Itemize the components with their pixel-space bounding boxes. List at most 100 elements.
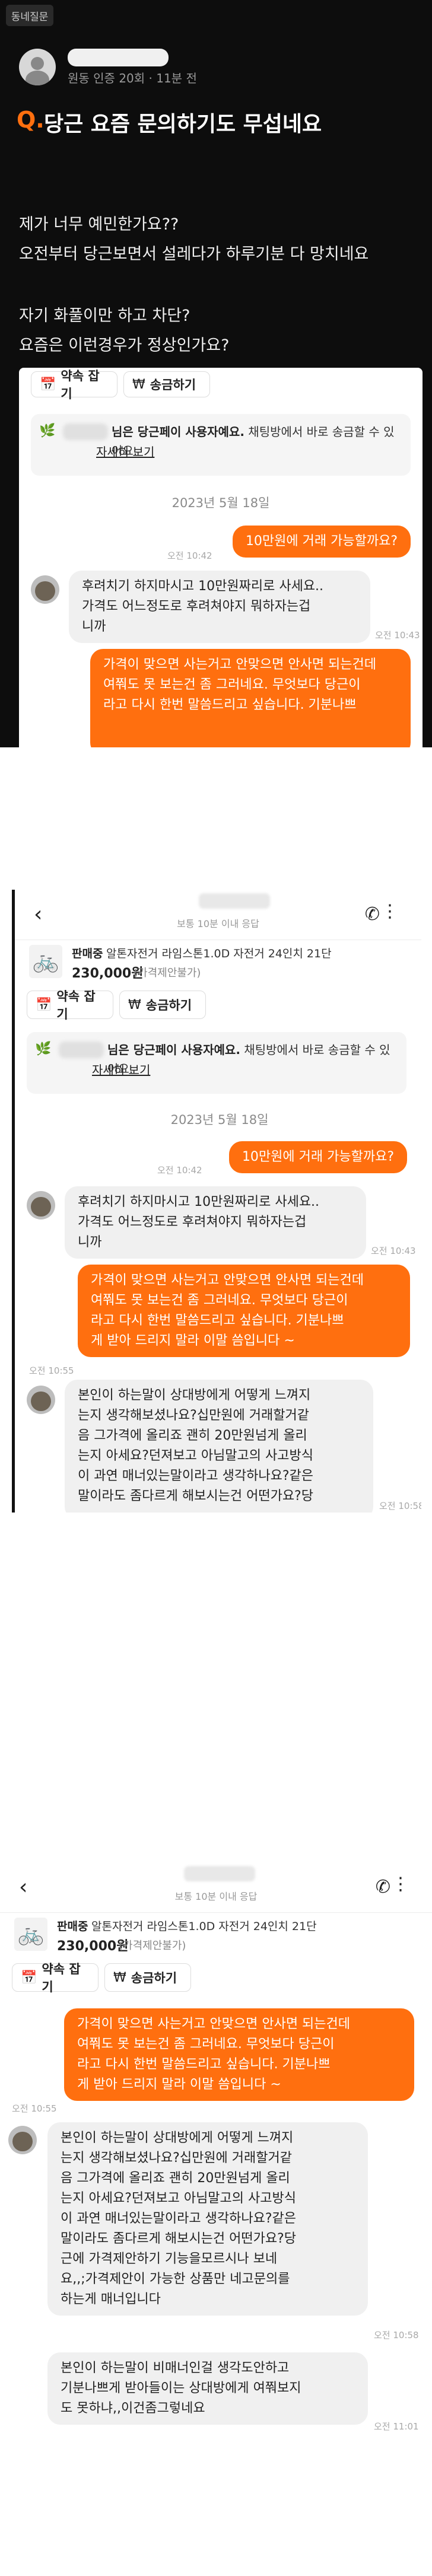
pay-notice-bold: 님은 당근페이 사용자예요. [112, 425, 244, 439]
msg-line: 하는게 매너입니다 [61, 2292, 161, 2307]
redacted-name [63, 424, 108, 440]
msg-line: 는지 생각해보셨나요?십만원에 거래할거같 [78, 1408, 309, 1423]
msg-line: 여쭤도 못 보는건 좀 그러네요. 무엇보다 당근이 [91, 1293, 348, 1308]
msg-line: 말이라도 좀다르게 해보시는건 어떤가요?당 [78, 1489, 313, 1504]
pay-notice-link[interactable]: 자세히 보기 [96, 442, 154, 461]
appointment-button[interactable]: 📅 약속 잡기 [27, 989, 113, 1021]
message-time: 오전 10:55 [29, 1365, 74, 1376]
msg-line: 라고 다시 한번 말씀드리고 싶습니다. 기분나쁘 [103, 698, 357, 712]
product-title: 알톤자전거 라임스톤1.0D 자전거 24인치 21단 [106, 947, 332, 960]
msg-line: 가격이 맞으면 사는거고 안맞으면 안사면 되는건데 [77, 2017, 351, 2031]
sent-message: 10만원에 거래 가능할까요? [228, 1141, 407, 1173]
transfer-label: 송금하기 [131, 1971, 177, 1985]
calendar-icon: 📅 [40, 377, 56, 392]
kebab-icon[interactable]: ⋮ [392, 1876, 409, 1893]
received-message: 후려치기 하지마시고 10만원짜리로 사세요.. 가격도 어느정도로 후려쳐야지… [65, 1186, 366, 1259]
product-bar[interactable]: 🚲 판매중 알톤자전거 라임스톤1.0D 자전거 24인치 21단 230,00… [0, 1912, 432, 1956]
pay-notice-text: 님은 당근페이 사용자예요. 채팅방에서 바로 송금할 수 있어요. [112, 422, 405, 460]
pay-notice-link[interactable]: 자세히 보기 [92, 1061, 150, 1080]
kebab-icon[interactable]: ⋮ [381, 903, 399, 921]
phone-icon[interactable]: ✆ [365, 904, 380, 925]
phone-icon[interactable]: ✆ [376, 1877, 390, 1897]
message-time: 오전 11:01 [374, 2421, 419, 2432]
sent-message: 10만원에 거래 가능할까요? [232, 526, 411, 558]
category-tag[interactable]: 동네질문 [6, 5, 53, 26]
pay-notice-text: 님은 당근페이 사용자예요. 채팅방에서 바로 송금할 수 있어요. [107, 1040, 401, 1078]
appointment-button[interactable]: 📅 약속 잡기 [31, 369, 117, 401]
chat-partner-name-redacted [199, 893, 270, 909]
received-message: 후려치기 하지마시고 10만원짜리로 사세요.. 가격도 어느정도로 후려쳐야지… [69, 571, 370, 643]
msg-line: 라고 다시 한번 말씀드리고 싶습니다. 기분나쁘 [77, 2057, 331, 2072]
transfer-button[interactable]: ₩ 송금하기 [119, 991, 206, 1019]
msg-line: 니까 [78, 1235, 102, 1250]
seller-avatar[interactable] [27, 1386, 55, 1414]
message-time: 오전 10:42 [167, 550, 212, 561]
received-message: 본인이 하는말이 상대방에게 어떻게 느껴지 는지 생각해보셨나요?십만원에 거… [47, 2122, 368, 2316]
msg-line: 가격도 어느정도로 후려쳐야지 뭐하자는겁 [82, 599, 311, 614]
product-price: 230,000원 [72, 966, 144, 981]
product-note: (가격제안불가) [119, 1940, 186, 1952]
pay-notice: 🌿 님은 당근페이 사용자예요. 채팅방에서 바로 송금할 수 있어요. 자세히… [31, 414, 411, 476]
msg-line: 는지 아세요?던져보고 아님말고의 사고방식 [61, 2191, 296, 2206]
msg-line: 라고 다시 한번 말씀드리고 싶습니다. 기분나쁘 [91, 1313, 344, 1328]
author-avatar[interactable] [19, 49, 56, 85]
msg-line: 본인이 하는말이 상대방에게 어떻게 느껴지 [61, 2131, 294, 2145]
embedded-chat-screenshot: 📅 약속 잡기 ₩ 송금하기 🌿 님은 당근페이 사용자예요. 채팅방에서 바로 송… [19, 368, 423, 747]
post-title: 당근 요즘 문의하기도 무섭네요 [44, 112, 322, 136]
chat-header: ‹ 보통 10분 이내 응답 ✆ ⋮ [0, 1862, 432, 1912]
question-mark: Q. [17, 107, 45, 133]
product-bar[interactable]: 🚲 판매중 알톤자전거 라임스톤1.0D 자전거 24인치 21단 230,00… [15, 940, 421, 983]
appointment-button[interactable]: 📅 약속 잡기 [12, 1962, 99, 1994]
chat-partner-name-redacted [184, 1866, 255, 1881]
msg-line: 이 과연 매너있는말이라고 생각하나요?같은 [78, 1469, 313, 1483]
chat-header: ‹ 보통 10분 이내 응답 ✆ ⋮ [15, 890, 421, 940]
seller-avatar[interactable] [8, 2126, 37, 2154]
msg-line: 게 받아 드리지 말라 이말 씀입니다 ~ [77, 2077, 281, 2092]
response-time: 보통 10분 이내 응답 [174, 1891, 258, 1902]
seller-avatar[interactable] [27, 1191, 55, 1219]
transfer-label: 송금하기 [150, 378, 196, 392]
msg-line: 도 못하냐,,이건좀그렇네요 [61, 2401, 205, 2416]
post-line: 요즘은 이런경우가 정상인가요? [19, 336, 230, 355]
chat-screenshot-2: ‹ 보통 10분 이내 응답 ✆ ⋮ 🚲 판매중 알톤자전거 라임스톤1.0D … [12, 890, 421, 1513]
msg-line: 니까 [82, 619, 106, 634]
msg-line: 는지 생각해보셨나요?십만원에 거래할거같 [61, 2151, 292, 2166]
product-note: (가격제안불가) [134, 967, 201, 979]
msg-line: 가격이 맞으면 사는거고 안맞으면 안사면 되는건데 [103, 657, 377, 672]
response-time: 보통 10분 이내 응답 [177, 918, 259, 929]
pay-icon: 🌿 [35, 1042, 52, 1056]
author-name-redacted[interactable] [68, 49, 169, 66]
message-time: 오전 10:58 [379, 1501, 421, 1511]
msg-line: 요,,;가격제안이 가능한 상품만 네고문의를 [61, 2272, 290, 2287]
appointment-label: 약속 잡기 [42, 1962, 81, 1994]
chat-screenshot-3: ‹ 보통 10분 이내 응답 ✆ ⋮ 🚲 판매중 알톤자전거 라임스톤1.0D … [0, 1862, 432, 2576]
appointment-label: 약속 잡기 [56, 989, 96, 1021]
msg-line: 근에 가격제안하기 기능을모르시나 보네 [61, 2252, 278, 2266]
message-time: 오전 10:42 [157, 1165, 202, 1176]
product-title: 알톤자전거 라임스톤1.0D 자전거 24인치 21단 [91, 1920, 317, 1933]
transfer-button[interactable]: ₩ 송금하기 [123, 371, 210, 397]
won-icon: ₩ [113, 1970, 126, 1985]
redacted-name [59, 1042, 104, 1058]
seller-avatar[interactable] [31, 575, 59, 604]
community-post: 동네질문 원동 인증 20회 · 11분 전 Q. 당근 요즘 문의하기도 무섭… [0, 0, 432, 747]
post-line: 오전부터 당근보면서 설레다가 하루기분 다 망치네요 [19, 245, 369, 263]
post-line: 제가 너무 예민한가요?? [19, 215, 179, 234]
sent-message: 가격이 맞으면 사는거고 안맞으면 안사면 되는건데 여쭤도 못 보는건 좀 그… [78, 1265, 410, 1357]
post-meta: 원동 인증 20회 · 11분 전 [68, 71, 197, 85]
calendar-icon: 📅 [21, 1970, 37, 1985]
msg-line: 여쭤도 못 보는건 좀 그러네요. 무엇보다 당근이 [103, 677, 361, 692]
won-icon: ₩ [132, 377, 145, 392]
appointment-label: 약속 잡기 [61, 369, 100, 401]
msg-line: 말이라도 좀다르게 해보시는건 어떤가요?당 [61, 2231, 296, 2246]
received-message: 본인이 하는말이 상대방에게 어떻게 느껴지 는지 생각해보셨나요?십만원에 거… [65, 1380, 373, 1513]
msg-line: 음 그가격에 올리죠 괜히 20만원넘게 올리 [61, 2171, 290, 2186]
post-line: 자기 화풀이만 하고 차단? [19, 307, 190, 325]
message-time: 오전 10:58 [374, 2330, 419, 2341]
msg-line: 는지 아세요?던져보고 아님말고의 사고방식 [78, 1448, 313, 1463]
transfer-button[interactable]: ₩ 송금하기 [104, 1963, 191, 1992]
msg-line: 게 받아 드리지 말라 이말 씀입니다 ~ [91, 1333, 295, 1348]
product-status: 판매중 [72, 947, 103, 960]
won-icon: ₩ [128, 997, 141, 1012]
bicycle-icon: 🚲 [14, 1918, 47, 1951]
